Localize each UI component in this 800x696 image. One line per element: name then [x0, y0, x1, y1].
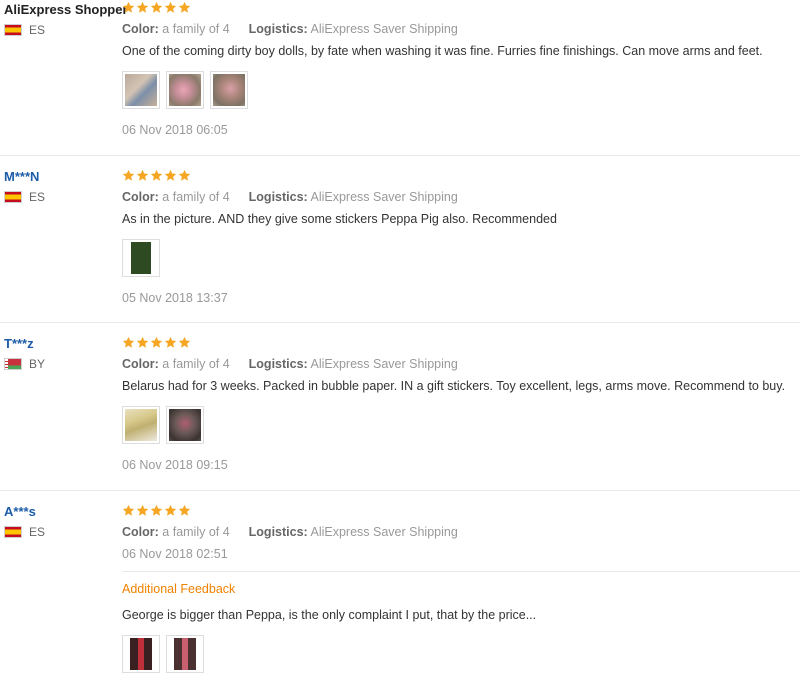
star-icon	[136, 336, 149, 348]
review-body: Color: a family of 4 Logistics: AliExpre…	[122, 503, 800, 673]
additional-feedback-text: George is bigger than Peppa, is the only…	[122, 608, 537, 622]
user-country: BY	[4, 357, 119, 371]
review-body: Color: a family of 4 Logistics: AliExpre…	[122, 168, 800, 305]
logistics-value: AliExpress Saver Shipping	[310, 190, 458, 204]
spain-flag-icon	[4, 24, 22, 36]
review-photo-thumbnail[interactable]	[166, 406, 204, 444]
star-icon	[150, 504, 163, 516]
spain-flag-icon	[4, 191, 22, 203]
review-date: 06 Nov 2018 02:51	[122, 547, 228, 561]
star-icon	[150, 336, 163, 348]
review-photos	[122, 406, 800, 444]
logistics-label: Logistics:	[248, 357, 308, 371]
review-photos	[122, 239, 800, 277]
review-user: AliExpress Shopper ES	[4, 2, 128, 37]
star-icon	[136, 1, 149, 13]
star-icon	[122, 336, 135, 348]
review-photo-thumbnail[interactable]	[166, 635, 204, 673]
review-photo-thumbnail[interactable]	[122, 239, 160, 277]
color-value: a family of 4	[162, 190, 230, 204]
review-body: Color: a family of 4 Logistics: AliExpre…	[122, 0, 800, 137]
user-country: ES	[4, 190, 119, 204]
color-label: Color:	[122, 357, 159, 371]
review-item: AliExpress Shopper ES Color: a family of…	[0, 0, 800, 156]
star-icon	[164, 336, 177, 348]
review-body: Color: a family of 4 Logistics: AliExpre…	[122, 335, 800, 472]
review-text: One of the coming dirty boy dolls, by fa…	[122, 44, 763, 58]
review-photo-thumbnail[interactable]	[210, 71, 248, 109]
user-country: ES	[4, 525, 119, 539]
divider	[122, 571, 800, 572]
spain-flag-icon	[4, 526, 22, 538]
color-label: Color:	[122, 525, 159, 539]
color-value: a family of 4	[162, 22, 230, 36]
star-rating	[122, 1, 800, 17]
logistics-value: AliExpress Saver Shipping	[310, 357, 458, 371]
country-code: BY	[29, 357, 46, 371]
star-rating	[122, 336, 800, 352]
feedback-list: AliExpress Shopper ES Color: a family of…	[0, 0, 800, 696]
star-icon	[178, 1, 191, 13]
review-text: As in the picture. AND they give some st…	[122, 212, 557, 226]
country-code: ES	[29, 190, 46, 204]
logistics-label: Logistics:	[248, 22, 308, 36]
order-info: Color: a family of 4 Logistics: AliExpre…	[122, 22, 800, 36]
star-icon	[178, 336, 191, 348]
star-icon	[136, 169, 149, 181]
order-info: Color: a family of 4 Logistics: AliExpre…	[122, 525, 800, 539]
order-info: Color: a family of 4 Logistics: AliExpre…	[122, 190, 800, 204]
color-value: a family of 4	[162, 525, 230, 539]
country-code: ES	[29, 23, 46, 37]
star-rating	[122, 504, 800, 520]
star-icon	[164, 504, 177, 516]
review-item: M***N ES Color: a family of 4 Logistics:…	[0, 156, 800, 323]
star-rating	[122, 169, 800, 185]
additional-feedback-title: Additional Feedback	[122, 582, 236, 596]
additional-feedback-photos	[122, 635, 800, 673]
star-icon	[150, 1, 163, 13]
logistics-value: AliExpress Saver Shipping	[310, 525, 458, 539]
review-date: 05 Nov 2018 13:37	[122, 291, 228, 305]
user-name[interactable]: A***s	[4, 504, 119, 519]
user-country: ES	[4, 23, 119, 37]
star-icon	[122, 169, 135, 181]
review-date: 06 Nov 2018 06:05	[122, 123, 228, 137]
review-photo-thumbnail[interactable]	[122, 406, 160, 444]
belarus-flag-icon	[4, 358, 22, 370]
star-icon	[178, 169, 191, 181]
review-text: Belarus had for 3 weeks. Packed in bubbl…	[122, 379, 786, 393]
review-item: A***s ES Color: a family of 4 Logistics:…	[0, 491, 800, 696]
color-value: a family of 4	[162, 357, 230, 371]
color-label: Color:	[122, 190, 159, 204]
review-photo-thumbnail[interactable]	[166, 71, 204, 109]
star-icon	[122, 1, 135, 13]
logistics-label: Logistics:	[248, 190, 308, 204]
user-name[interactable]: M***N	[4, 169, 119, 184]
review-user: M***N ES	[4, 169, 119, 204]
review-item: T***z BY Color: a family of 4 Logistics:…	[0, 323, 800, 491]
order-info: Color: a family of 4 Logistics: AliExpre…	[122, 357, 800, 371]
user-name: AliExpress Shopper	[4, 2, 128, 17]
star-icon	[164, 1, 177, 13]
review-photo-thumbnail[interactable]	[122, 71, 160, 109]
review-user: A***s ES	[4, 504, 119, 539]
logistics-value: AliExpress Saver Shipping	[310, 22, 458, 36]
review-photo-thumbnail[interactable]	[122, 635, 160, 673]
star-icon	[150, 169, 163, 181]
country-code: ES	[29, 525, 46, 539]
star-icon	[178, 504, 191, 516]
star-icon	[122, 504, 135, 516]
color-label: Color:	[122, 22, 159, 36]
review-photos	[122, 71, 800, 109]
star-icon	[164, 169, 177, 181]
review-date: 06 Nov 2018 09:15	[122, 458, 228, 472]
star-icon	[136, 504, 149, 516]
review-user: T***z BY	[4, 336, 119, 371]
logistics-label: Logistics:	[248, 525, 308, 539]
user-name[interactable]: T***z	[4, 336, 119, 351]
